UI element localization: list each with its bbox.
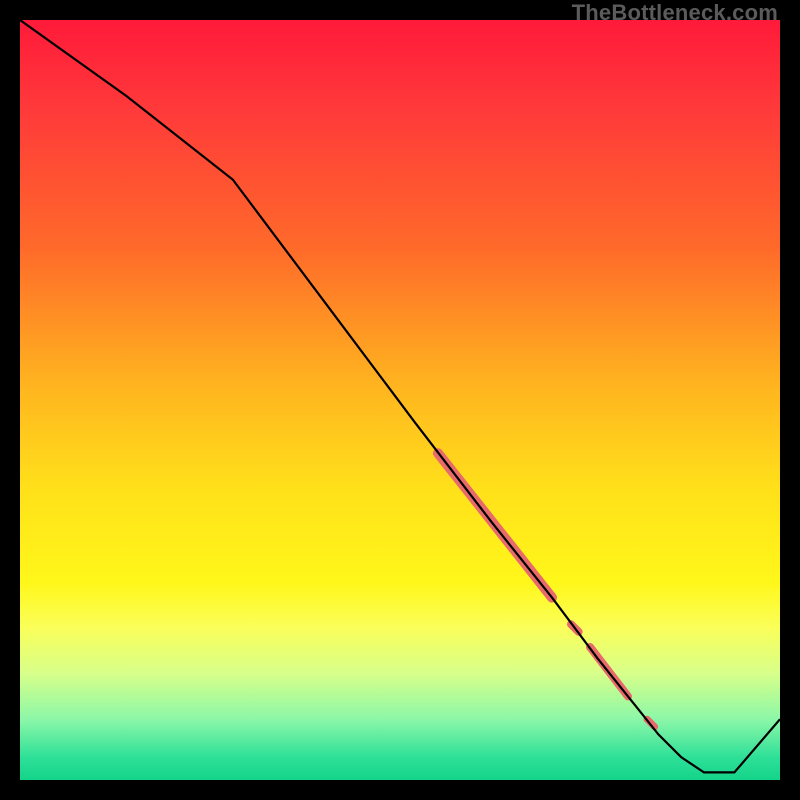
chart-svg (20, 20, 780, 780)
chart-container: TheBottleneck.com (0, 0, 800, 800)
gradient-background (20, 20, 780, 780)
plot-area (17, 17, 783, 783)
